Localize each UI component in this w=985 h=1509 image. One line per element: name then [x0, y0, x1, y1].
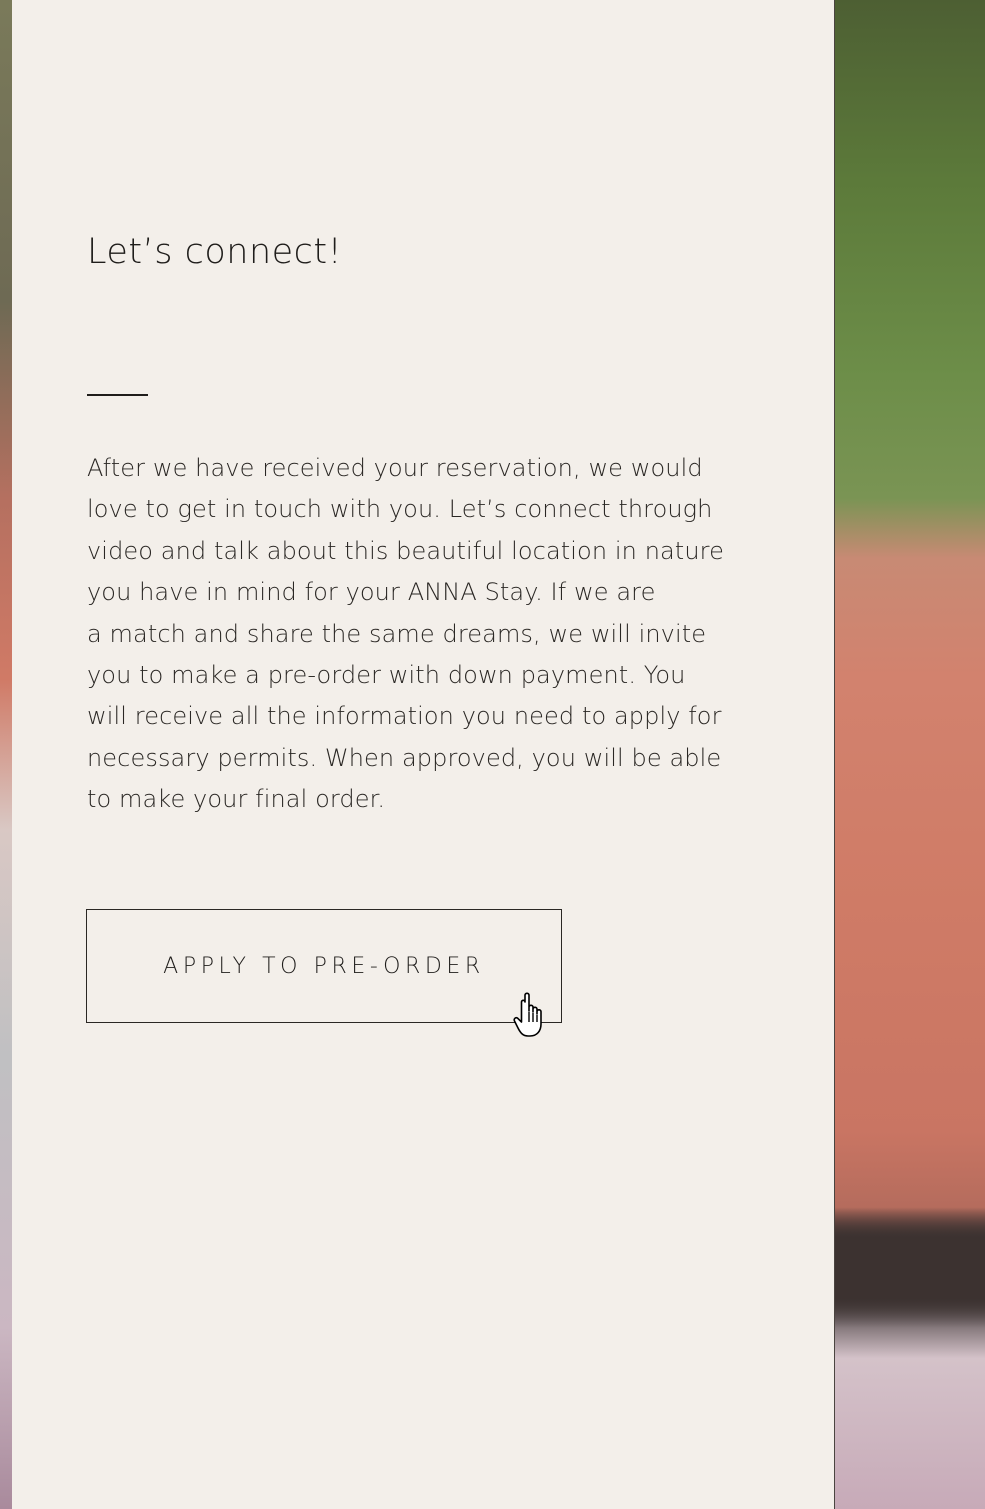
background-photo-right-strip	[835, 0, 985, 1509]
body-line: After we have received your reservation,…	[87, 454, 703, 482]
body-line: necessary permits. When approved, you wi…	[87, 743, 722, 772]
body-line: you to make a pre-order with down paymen…	[87, 661, 686, 690]
connect-panel: Let’s connect! After we have received yo…	[12, 0, 834, 1509]
section-body: After we have received your reservation,…	[87, 448, 737, 821]
panel-edge-divider	[834, 0, 835, 1509]
apply-to-pre-order-button[interactable]: APPLY TO PRE-ORDER	[86, 909, 562, 1023]
page: Let’s connect! After we have received yo…	[0, 0, 985, 1509]
apply-to-pre-order-label: APPLY TO PRE-ORDER	[163, 953, 485, 979]
body-line: a match and share the same dreams, we wi…	[87, 619, 707, 648]
section-heading: Let’s connect!	[87, 232, 343, 272]
body-line: video and talk about this beautiful loca…	[87, 536, 724, 565]
body-line: love to get in touch with you. Let’s con…	[87, 495, 713, 524]
body-line: you have in mind for your ANNA Stay. If …	[87, 578, 656, 607]
background-photo-left-strip	[0, 0, 12, 1509]
heading-divider	[87, 394, 148, 396]
body-line: will receive all the information you nee…	[87, 702, 722, 731]
pointer-hand-cursor-icon	[513, 992, 542, 1037]
body-line: to make your final order.	[87, 785, 386, 814]
